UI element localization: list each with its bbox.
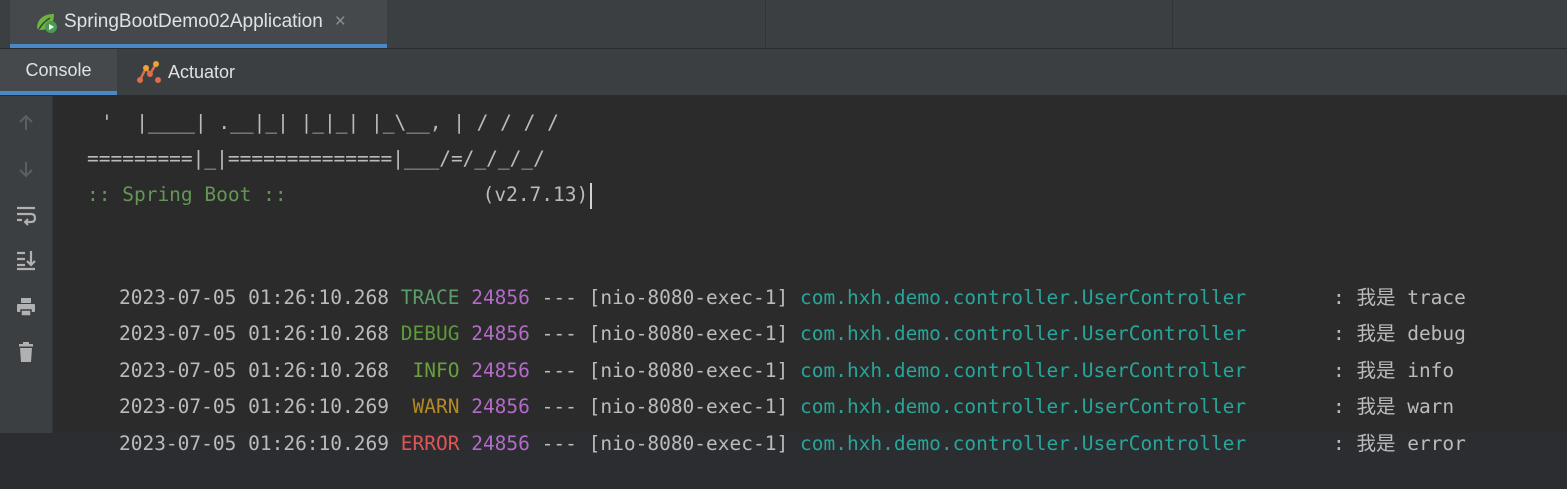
print-icon[interactable] [13, 294, 39, 320]
spring-boot-run-icon [37, 14, 57, 33]
run-tab-bar: SpringBootDemo02Application × [0, 0, 1567, 49]
banner-line: =========|_|==============|___/=/_/_/_/ [87, 147, 545, 170]
log-line: 2023-07-05 01:26:10.268 INFO 24856 --- [… [72, 326, 1454, 382]
log-line: 2023-07-05 01:26:10.268 DEBUG 24856 --- … [72, 289, 1466, 345]
text-cursor [590, 182, 593, 209]
console-output[interactable]: ' |____| .__|_| |_|_| |_\__, | / / / / =… [53, 96, 1567, 455]
tab-divider [1172, 0, 1173, 48]
scroll-up-icon[interactable] [13, 110, 39, 136]
run-tab-springbootdemo02[interactable]: SpringBootDemo02Application × [10, 0, 387, 48]
banner-line: :: Spring Boot :: (v2.7.13) [87, 180, 593, 210]
tab-console-label: Console [25, 59, 92, 80]
tab-console[interactable]: Console [0, 49, 117, 95]
log-level: ERROR [400, 432, 460, 455]
log-message: : 我是 error [1332, 432, 1466, 455]
scroll-down-icon[interactable] [13, 156, 39, 182]
close-tab-icon[interactable]: × [335, 11, 346, 33]
log-line: 2023-07-05 01:26:10.268 TRACE 24856 --- … [72, 253, 1466, 309]
spring-boot-banner-label: :: Spring Boot :: [87, 183, 287, 206]
log-line: 2023-07-05 01:26:10.269 WARN 24856 --- [… [72, 362, 1454, 418]
banner-line: ' |____| .__|_| |_|_| |_\__, | / / / / [101, 111, 559, 134]
soft-wrap-icon[interactable] [13, 202, 39, 228]
scroll-to-end-icon[interactable] [13, 247, 39, 273]
actuator-icon [137, 61, 161, 83]
console-toolbar [0, 96, 53, 433]
log-pid: 24856 [471, 432, 530, 455]
run-tab-title: SpringBootDemo02Application [64, 11, 323, 32]
log-timestamp: 2023-07-05 01:26:10.269 [118, 432, 389, 455]
spring-boot-version: (v2.7.13) [482, 183, 589, 206]
tab-actuator-label: Actuator [168, 61, 236, 82]
log-separator: --- [541, 432, 577, 455]
clear-all-icon[interactable] [13, 339, 39, 365]
tab-actuator[interactable]: Actuator [136, 49, 235, 95]
log-line: 2023-07-05 01:26:10.269 ERROR 24856 --- … [72, 399, 1466, 455]
log-logger: com.hxh.demo.controller.UserController [799, 432, 1247, 455]
tool-window-tabs: Console Actuator [0, 49, 1567, 96]
log-thread: [nio-8080-exec-1] [588, 432, 789, 455]
tab-divider [765, 0, 766, 48]
